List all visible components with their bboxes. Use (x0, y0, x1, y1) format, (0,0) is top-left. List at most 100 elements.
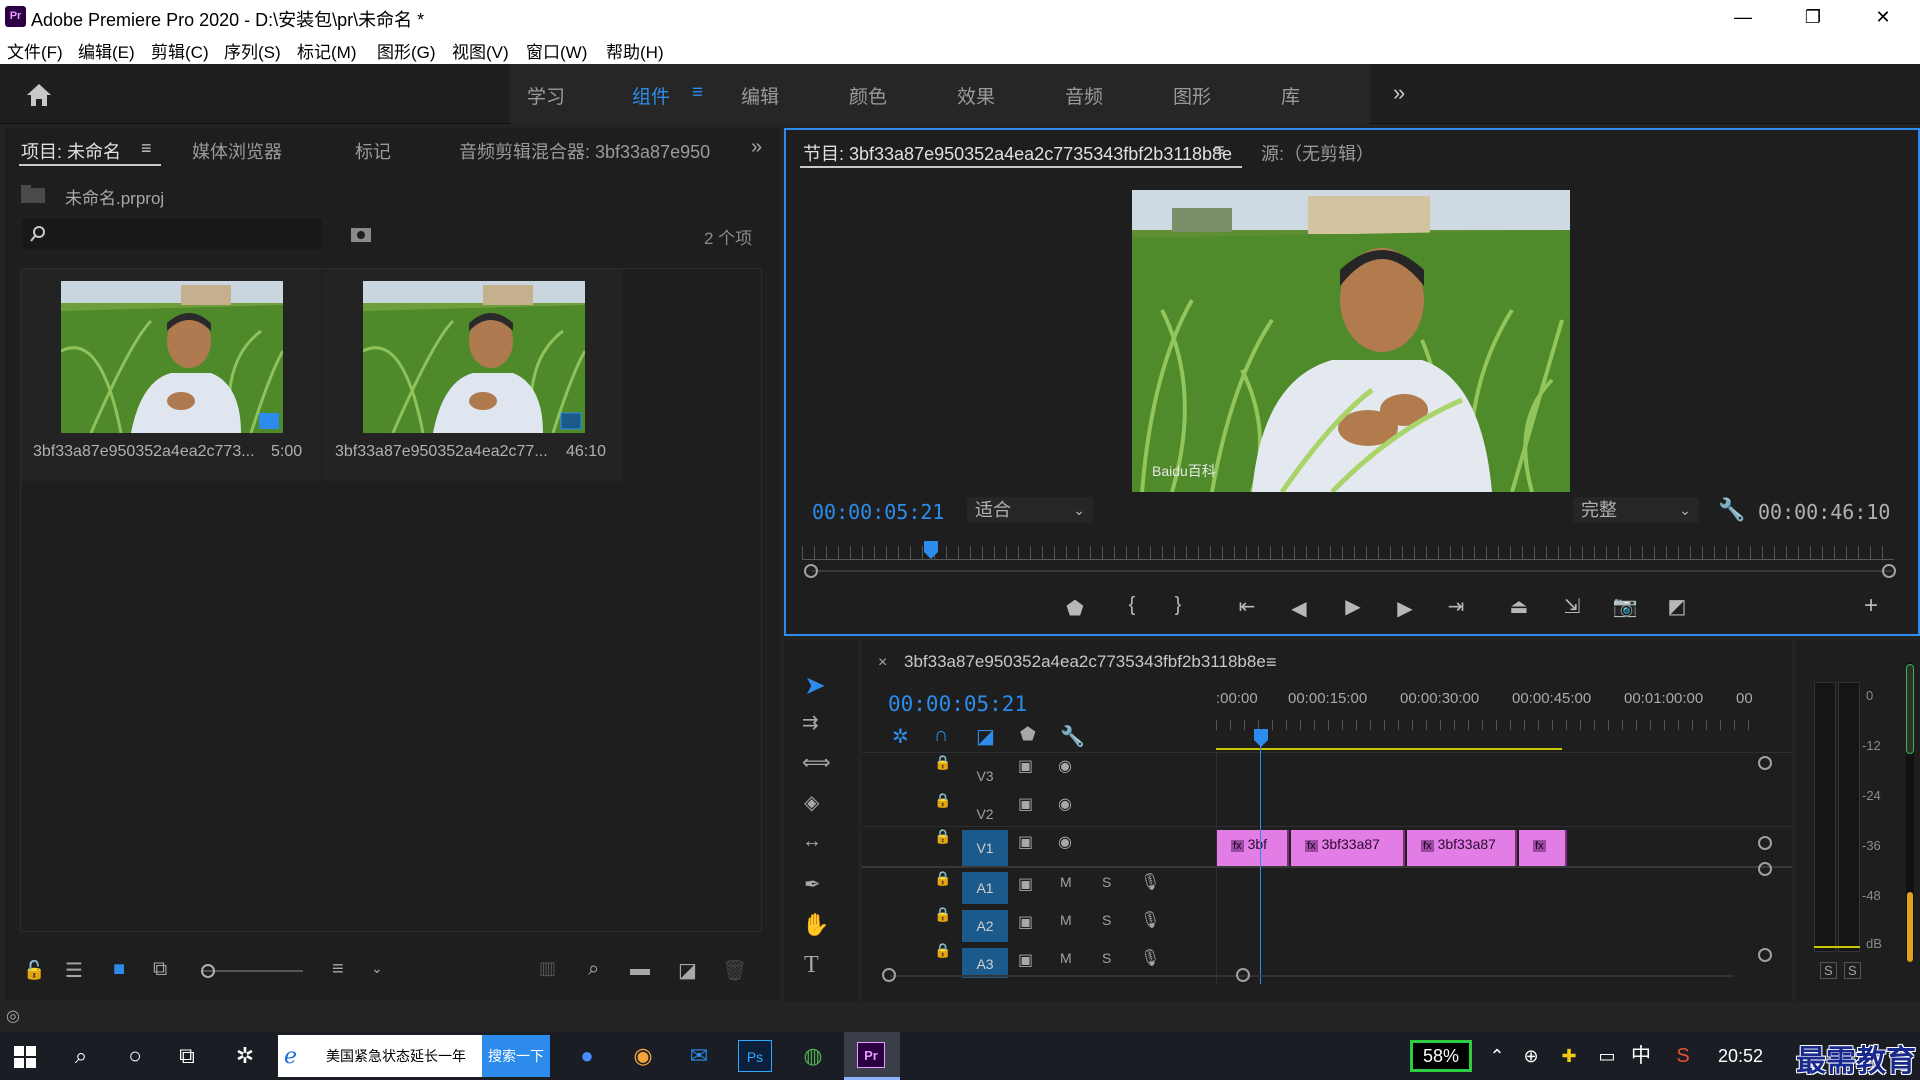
panel-menu-icon[interactable]: ≡ (1266, 652, 1277, 673)
sync-lock-icon[interactable]: ▣ (1018, 912, 1033, 932)
linked-selection-icon[interactable]: ◪ (976, 724, 995, 749)
lock-track-icon[interactable]: 🔒 (934, 792, 951, 809)
close-button[interactable]: ✕ (1848, 0, 1918, 34)
workspace-tab-audio[interactable]: 音频 (1065, 82, 1103, 109)
sogou-input-icon[interactable]: S (1666, 1040, 1700, 1072)
lock-track-icon[interactable]: 🔒 (934, 870, 951, 887)
project-item[interactable]: 3bf33a87e950352a4ea2c77... 46:10 (323, 269, 623, 481)
step-forward-button[interactable]: ▶ (1390, 596, 1420, 621)
mute-track-button[interactable]: M (1060, 950, 1072, 966)
scrollbar-handle-left[interactable] (804, 564, 818, 578)
tab-media-browser[interactable]: 媒体浏览器 (192, 138, 282, 164)
chevron-down-icon[interactable]: ⌄ (371, 960, 383, 977)
tab-markers[interactable]: 标记 (355, 138, 391, 164)
add-marker-button[interactable]: ⬟ (1060, 596, 1090, 621)
timeline-timecode[interactable]: 00:00:05:21 (888, 692, 1027, 716)
tab-audio-clip-mixer[interactable]: 音频剪辑混合器: 3bf33a87e950 (459, 138, 719, 164)
green-app-icon[interactable]: ◍ (796, 1040, 830, 1072)
panel-overflow-icon[interactable]: » (751, 136, 762, 159)
scroll-handle[interactable] (1758, 948, 1772, 962)
solo-right-button[interactable]: S (1844, 962, 1861, 979)
track-a3-label[interactable]: A3 (962, 948, 1008, 978)
new-bin-icon[interactable]: ▬ (630, 958, 650, 981)
project-item[interactable]: 3bf33a87e950352a4ea2c773... 5:00 (21, 269, 321, 481)
solo-track-button[interactable]: S (1102, 874, 1111, 890)
timeline-playhead[interactable] (1253, 728, 1269, 748)
sync-lock-icon[interactable]: ▣ (1018, 832, 1033, 852)
workspace-tab-editing[interactable]: 编辑 (741, 82, 779, 109)
premiere-taskbar-item[interactable]: Pr (844, 1032, 900, 1080)
sync-lock-icon[interactable]: ▣ (1018, 794, 1033, 814)
hand-tool-icon[interactable]: ✋ (802, 912, 829, 938)
solo-track-button[interactable]: S (1102, 950, 1111, 966)
tab-project[interactable]: 项目: 未命名 (21, 138, 121, 164)
eye-icon[interactable]: ◉ (1058, 832, 1072, 852)
solo-left-button[interactable]: S (1820, 962, 1837, 979)
mute-track-button[interactable]: M (1060, 874, 1072, 890)
menu-view[interactable]: 视图(V) (452, 38, 509, 63)
security-app-icon[interactable]: ✚ (1552, 1040, 1586, 1072)
sync-lock-icon[interactable]: ▣ (1018, 950, 1033, 970)
timeline-clip[interactable]: fx 3bf33a87 (1407, 830, 1517, 866)
timeline-settings-wrench-icon[interactable]: 🔧 (1060, 724, 1085, 749)
scrollbar-handle-right[interactable] (1882, 564, 1896, 578)
menu-graphics[interactable]: 图形(G) (377, 38, 436, 63)
chrome-icon[interactable]: ◉ (626, 1040, 660, 1072)
scroll-handle[interactable] (882, 968, 896, 982)
lock-track-icon[interactable]: 🔒 (934, 754, 951, 771)
nest-sequence-icon[interactable]: ✲ (892, 724, 909, 749)
menu-clip[interactable]: 剪辑(C) (151, 38, 209, 63)
zoom-level-dropdown[interactable]: 适合 ⌄ (967, 497, 1093, 523)
mail-icon[interactable]: ✉ (682, 1040, 716, 1072)
microphone-icon[interactable]: 🎙 (1140, 910, 1160, 930)
add-marker-icon[interactable]: ⬟ (1020, 724, 1036, 745)
clock-time[interactable]: 20:52 (1718, 1046, 1763, 1067)
list-view-icon[interactable]: ☰ (65, 958, 83, 983)
new-search-bin-icon[interactable] (350, 225, 372, 243)
go-to-out-button[interactable]: ⇥ (1441, 594, 1471, 619)
lock-icon[interactable]: 🔓 (23, 960, 45, 981)
track-v1-label[interactable]: V1 (962, 830, 1008, 866)
meter-scrollbar[interactable] (1906, 662, 1914, 962)
zoom-slider-handle[interactable] (201, 964, 215, 978)
playback-resolution-dropdown[interactable]: 完整 ⌄ (1573, 497, 1699, 523)
razor-tool-icon[interactable]: ◈ (804, 790, 819, 815)
workspace-tab-libraries[interactable]: 库 (1281, 82, 1300, 109)
sequence-thumbnail[interactable] (363, 281, 585, 433)
menu-help[interactable]: 帮助(H) (606, 38, 664, 63)
scroll-handle[interactable] (1758, 862, 1772, 876)
minimize-button[interactable]: — (1708, 0, 1778, 34)
type-tool-icon[interactable]: T (804, 952, 819, 979)
network-globe-icon[interactable]: ⊕ (1514, 1040, 1548, 1072)
panel-menu-icon[interactable]: ≡ (1214, 140, 1225, 161)
pinwheel-app-icon[interactable]: ✲ (228, 1040, 262, 1072)
solo-track-button[interactable]: S (1102, 912, 1111, 928)
find-icon[interactable]: ⌕ (588, 958, 599, 981)
mark-out-button[interactable]: } (1163, 594, 1193, 617)
sequence-tab[interactable]: 3bf33a87e950352a4ea2c7735343fbf2b3118b8e (904, 652, 1266, 672)
browser-news-widget[interactable]: ℯ 美国紧急状态延长一年 (278, 1035, 482, 1077)
menu-window[interactable]: 窗口(W) (526, 38, 587, 63)
extract-button[interactable]: ⇲ (1557, 594, 1587, 619)
menu-edit[interactable]: 编辑(E) (78, 38, 135, 63)
tab-program[interactable]: 节目: 3bf33a87e950352a4ea2c7735343fbf2b311… (803, 140, 1232, 166)
maximize-button[interactable]: ❐ (1778, 0, 1848, 34)
timeline-clip[interactable]: fx 3bf33a87 (1291, 830, 1405, 866)
l-app-icon[interactable]: ● (570, 1040, 604, 1072)
lock-track-icon[interactable]: 🔒 (934, 828, 951, 845)
search-go-button[interactable]: 搜索一下 (482, 1035, 550, 1077)
workspace-tab-effects[interactable]: 效果 (957, 82, 995, 109)
sync-lock-icon[interactable]: ▣ (1018, 874, 1033, 894)
work-area-bar[interactable] (1216, 748, 1562, 750)
zoom-slider[interactable] (203, 970, 303, 972)
workspace-tab-graphics[interactable]: 图形 (1173, 82, 1211, 109)
track-a1-label[interactable]: A1 (962, 872, 1008, 904)
selection-tool-icon[interactable]: ➤ (804, 670, 826, 701)
scroll-handle[interactable] (1758, 756, 1772, 770)
task-view-icon[interactable]: ⧉ (170, 1040, 204, 1072)
workspace-tab-learn[interactable]: 学习 (527, 82, 565, 109)
add-button-plus-icon[interactable]: + (1856, 592, 1886, 620)
lock-track-icon[interactable]: 🔒 (934, 906, 951, 923)
track-a2-label[interactable]: A2 (962, 910, 1008, 942)
play-button[interactable]: ▶ (1338, 594, 1368, 619)
